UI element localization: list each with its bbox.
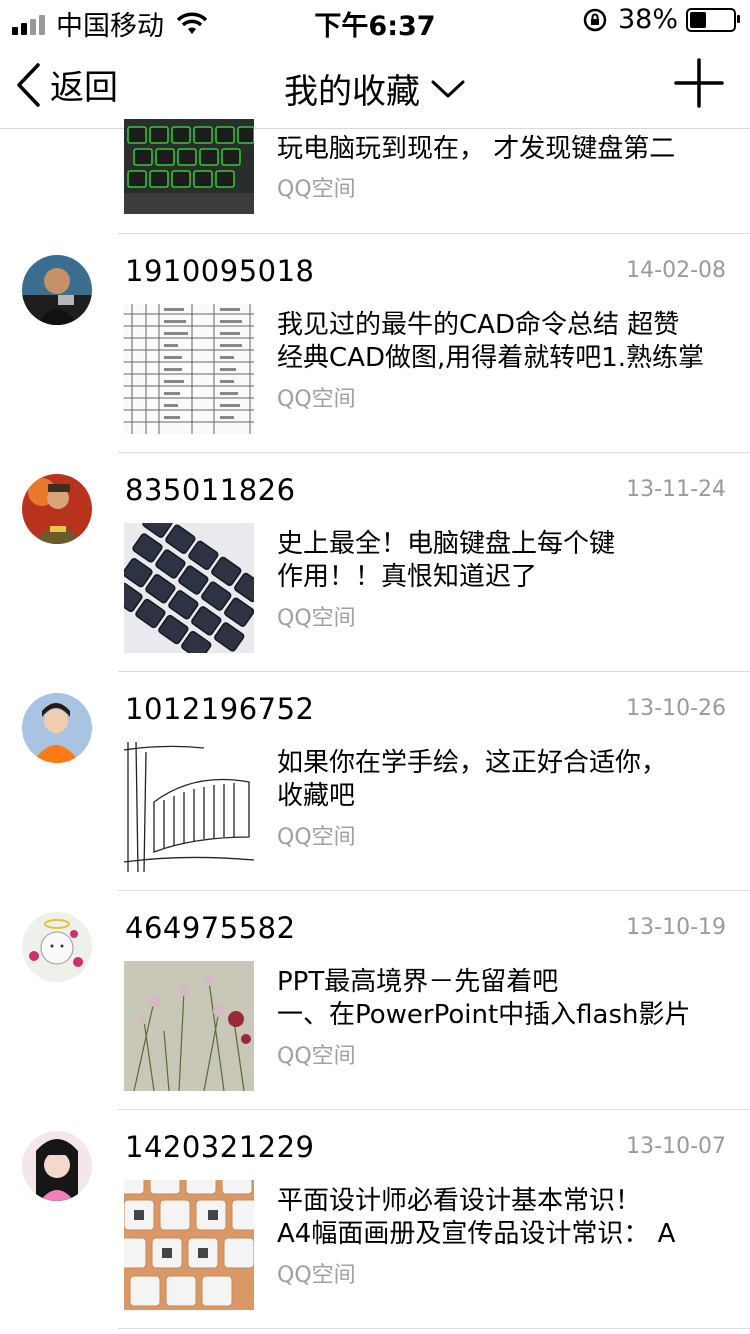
item-title: PPT最高境界－先留着吧 一、在PowerPoint中插入flash影片 — [277, 966, 737, 1032]
avatar[interactable] — [22, 474, 92, 544]
username: 835011826 — [125, 473, 296, 507]
item-title-line1: 平面设计师必看设计基本常识！ — [277, 1186, 642, 1216]
item-title-line2: 收藏吧 — [277, 781, 356, 811]
thumbnail — [124, 304, 254, 434]
status-right: 38% — [582, 4, 740, 35]
item-source: QQ空间 — [277, 1263, 356, 1288]
item-title-line1: 我见过的最牛的CAD命令总结 超赞 — [277, 310, 680, 340]
nav-bar: 返回 我的收藏 — [0, 40, 750, 129]
avatar[interactable] — [22, 912, 92, 982]
page-title-dropdown[interactable]: 我的收藏 — [0, 64, 750, 113]
item-title: 史上最全！电脑键盘上每个键 作用！！真恨知道迟了 — [277, 528, 737, 594]
thumbnail — [124, 1180, 254, 1310]
item-date: 13-10-19 — [626, 915, 726, 940]
username: 1420321229 — [125, 1130, 315, 1164]
item-source: QQ空间 — [277, 606, 356, 631]
list-item[interactable]: 1012196752 13-10-26 如果你在学手绘，这正好合适你， 收藏吧 … — [0, 672, 750, 891]
list-item[interactable]: 玩电脑玩到现在， 才发现键盘第二 QQ空间 — [0, 119, 750, 234]
item-source: QQ空间 — [277, 177, 356, 202]
item-title-line1: PPT最高境界－先留着吧 — [277, 967, 559, 997]
item-title-line2: 一、在PowerPoint中插入flash影片 — [277, 1000, 691, 1030]
thumbnail — [124, 119, 254, 214]
list-item[interactable]: 1910095018 14-02-08 我见过的最牛的CAD命令总结 超赞 经典… — [0, 234, 750, 453]
add-icon[interactable] — [674, 58, 724, 108]
item-title: 如果你在学手绘，这正好合适你， 收藏吧 — [277, 747, 737, 813]
divider — [118, 1328, 750, 1329]
username: 1012196752 — [125, 692, 315, 726]
item-title-line1: 如果你在学手绘，这正好合适你， — [277, 748, 668, 778]
avatar[interactable] — [22, 255, 92, 325]
favorites-list: 玩电脑玩到现在， 才发现键盘第二 QQ空间 1910095018 14-02-0… — [0, 119, 750, 1329]
item-source: QQ空间 — [277, 387, 356, 412]
avatar[interactable] — [22, 693, 92, 763]
item-date: 13-10-07 — [626, 1134, 726, 1159]
battery-icon — [686, 7, 740, 32]
thumbnail — [124, 523, 254, 653]
status-bar: 中国移动 下午6:37 38% — [0, 0, 750, 42]
chevron-down-icon — [431, 80, 465, 97]
item-title-line2: 作用！！真恨知道迟了 — [277, 562, 538, 592]
item-date: 14-02-08 — [626, 258, 726, 283]
item-date: 13-11-24 — [626, 477, 726, 502]
item-title-line1: 史上最全！电脑键盘上每个键 — [277, 529, 616, 559]
item-date: 13-10-26 — [626, 696, 726, 721]
username: 1910095018 — [125, 254, 315, 288]
username: 464975582 — [125, 911, 296, 945]
item-title-line2: A4幅面画册及宣传品设计常识： A — [277, 1219, 676, 1249]
rotation-lock-icon — [583, 8, 607, 31]
item-title: 我见过的最牛的CAD命令总结 超赞 经典CAD做图,用得着就转吧1.熟练掌 — [277, 309, 737, 375]
battery-percent: 38% — [617, 4, 678, 35]
list-item[interactable]: 835011826 13-11-24 史上最全！电脑键盘上每个键 作用！！真恨知… — [0, 453, 750, 672]
item-source: QQ空间 — [277, 1044, 356, 1069]
item-title: 玩电脑玩到现在， 才发现键盘第二 — [277, 134, 676, 164]
list-item[interactable]: 1420321229 13-10-07 平面设计师必看设计基本常识！ A4幅面画… — [0, 1110, 750, 1329]
item-title: 平面设计师必看设计基本常识！ A4幅面画册及宣传品设计常识： A — [277, 1185, 737, 1251]
avatar[interactable] — [22, 1131, 92, 1201]
thumbnail — [124, 742, 254, 872]
page-title: 我的收藏 — [284, 72, 420, 112]
item-title-line2: 经典CAD做图,用得着就转吧1.熟练掌 — [277, 343, 705, 373]
item-source: QQ空间 — [277, 825, 356, 850]
thumbnail — [124, 961, 254, 1091]
list-item[interactable]: 464975582 13-10-19 PPT最高境界－先留着吧 一、在Power… — [0, 891, 750, 1110]
keyboard-image — [124, 119, 254, 214]
